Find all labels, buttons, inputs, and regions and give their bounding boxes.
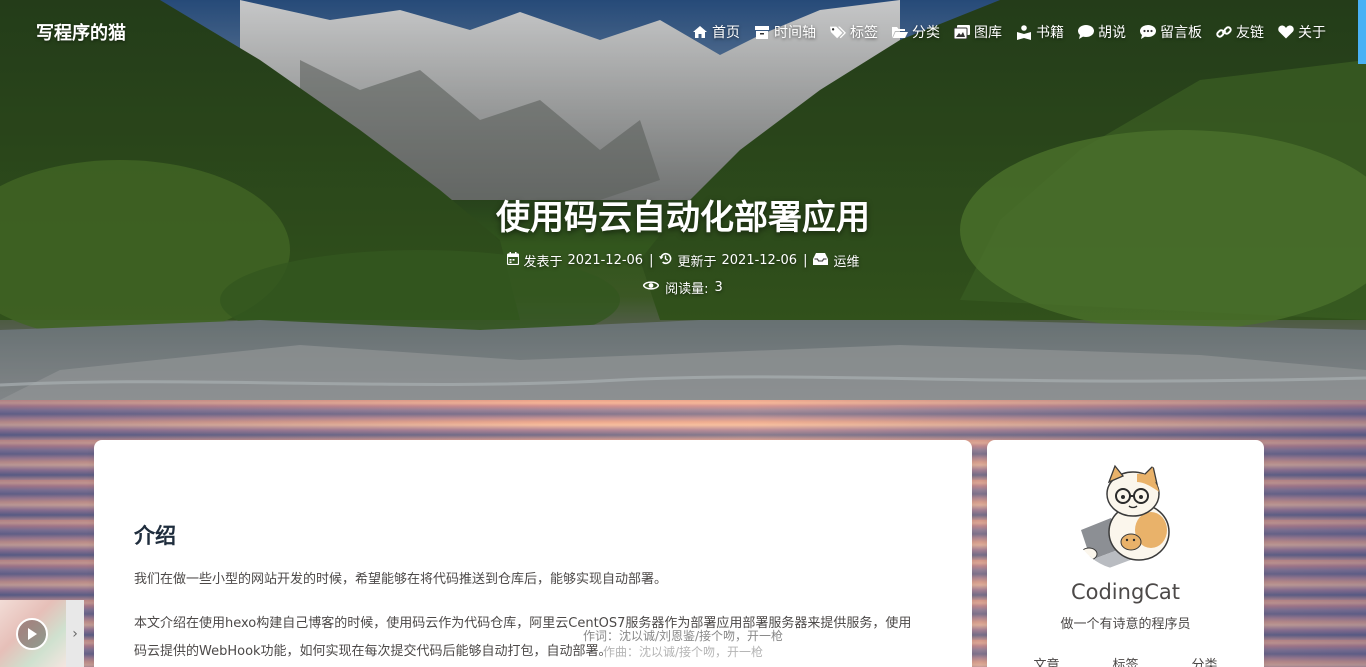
section-heading: 介绍: [134, 524, 176, 548]
nav-label: 留言板: [1160, 25, 1202, 41]
history-icon: [659, 252, 672, 269]
nav-item-guestbook[interactable]: 留言板: [1140, 22, 1202, 42]
nav-item-categories[interactable]: 分类: [892, 22, 940, 42]
nav-item-gallery[interactable]: 图库: [954, 22, 1002, 42]
eye-icon: [642, 280, 660, 295]
post-views: 阅读量: 3: [0, 278, 1366, 297]
calendar-icon: [506, 252, 519, 269]
nav-item-links[interactable]: 友链: [1216, 22, 1264, 42]
inbox-icon: [813, 252, 829, 269]
images-icon: [954, 24, 970, 40]
post-category[interactable]: 运维: [813, 251, 859, 270]
nav-label: 首页: [712, 25, 740, 41]
nav-label: 胡说: [1098, 25, 1126, 41]
updated-label: 更新于: [677, 255, 717, 270]
published-date: 2021-12-06: [567, 253, 644, 268]
avatar[interactable]: [1071, 460, 1181, 570]
nav-item-home[interactable]: 首页: [692, 22, 740, 42]
lyric-line: 作曲：沈以诚/接个吻，开一枪: [602, 645, 764, 659]
site-brand[interactable]: 写程序的猫: [36, 19, 126, 45]
nav-label: 关于: [1298, 25, 1326, 41]
nav-label: 书籍: [1036, 25, 1064, 41]
nav-item-ramblings[interactable]: 胡说: [1078, 22, 1126, 42]
views-count: 3: [714, 280, 723, 295]
nav-item-timeline[interactable]: 时间轴: [754, 22, 816, 42]
updated-date: 2021-12-06: [721, 253, 798, 268]
article-paragraph: 我们在做一些小型的网站开发的时候，希望能够在将代码推送到仓库后，能够实现自动部署…: [134, 572, 668, 587]
views-label: 阅读量:: [665, 282, 709, 297]
scrollbar-thumb[interactable]: [1358, 0, 1366, 64]
cat-avatar-image: [1071, 460, 1181, 570]
home-icon: [692, 24, 708, 40]
link-icon: [1216, 24, 1232, 40]
author-name: CodingCat: [1070, 580, 1181, 604]
published-label: 发表于: [523, 255, 563, 270]
nav-item-tags[interactable]: 标签: [830, 22, 878, 42]
meta-separator: |: [649, 253, 654, 268]
nav-label: 友链: [1236, 25, 1264, 41]
tags-icon: [830, 24, 846, 40]
meta-separator: |: [803, 253, 808, 268]
nav-label: 分类: [912, 25, 940, 41]
main-navigation: 首页 时间轴 标签 分类 图库 书籍 胡说 留言板 友链 关于: [692, 22, 1326, 42]
book-reader-icon: [1016, 24, 1032, 40]
comment-dots-icon: [1140, 24, 1156, 40]
post-title: 使用码云自动化部署应用: [496, 198, 870, 238]
archive-icon: [754, 24, 770, 40]
post-meta: 发表于 2021-12-06 | 更新于 2021-12-06 | 运维: [0, 251, 1366, 270]
heart-icon: [1278, 24, 1294, 40]
nav-label: 图库: [974, 25, 1002, 41]
comment-icon: [1078, 24, 1094, 40]
nav-item-about[interactable]: 关于: [1278, 22, 1326, 42]
lyric-line: 作词：沈以诚/刘恩鉴/接个吻，开一枪: [582, 629, 784, 643]
category-link[interactable]: 运维: [833, 251, 859, 270]
post-updated: 更新于 2021-12-06: [659, 251, 797, 270]
post-published: 发表于 2021-12-06: [506, 251, 644, 270]
nav-label: 时间轴: [774, 25, 816, 41]
nav-item-books[interactable]: 书籍: [1016, 22, 1064, 42]
nav-label: 标签: [850, 25, 878, 41]
folder-open-icon: [892, 24, 908, 40]
